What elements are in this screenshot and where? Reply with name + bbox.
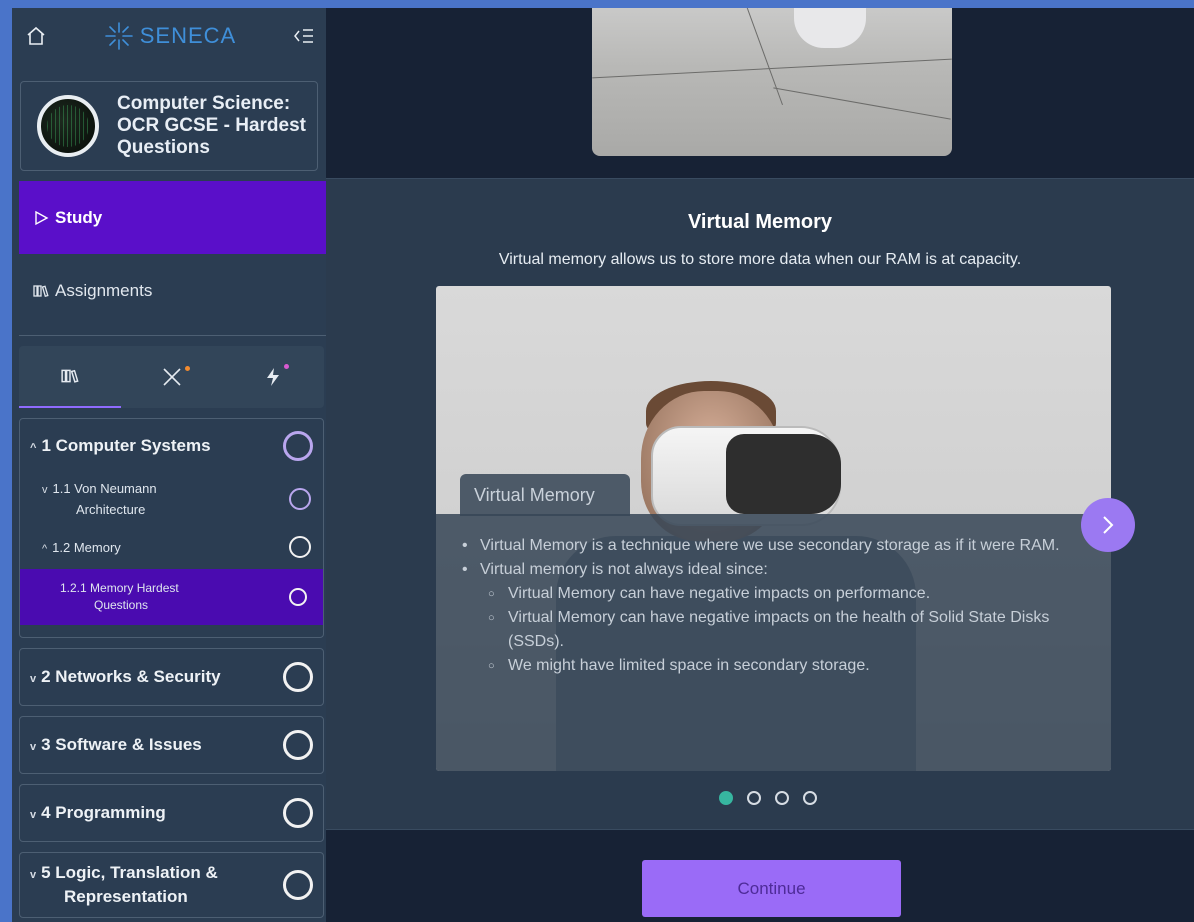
pager-dot-1[interactable] [719,791,733,805]
books-icon [33,284,49,297]
sidebar-topbar: SENECA [12,8,326,64]
tab-mistakes[interactable] [121,346,223,408]
play-icon [35,210,49,225]
sidebar-tabbar [19,346,324,408]
next-slide-button[interactable] [1081,498,1135,552]
main-content: Virtual Memory Virtual memory allows us … [326,8,1194,922]
tab-books[interactable] [19,346,121,408]
subsection-1-2-1[interactable]: 1.2.1 Memory Hardest Questions [20,569,323,625]
progress-ring [283,431,313,461]
nav-study[interactable]: Study [19,181,326,254]
subsection-1-2-1-label-line1: 1.2.1 Memory Hardest [60,581,179,595]
section-4-header[interactable]: v 4 Programming [20,785,323,841]
vr-headset-front [726,434,841,514]
x-icon [162,368,181,386]
nav-assignments-label: Assignments [55,280,153,300]
section-5-label-line1: 5 Logic, Translation & [41,863,218,882]
progress-ring [283,662,313,692]
continue-button[interactable]: Continue [642,860,901,917]
quick-practice-badge [284,364,290,369]
collapse-sidebar-icon[interactable] [292,24,316,48]
section-5[interactable]: v 5 Logic, Translation & Representation [19,852,324,918]
previous-card-image [592,8,952,156]
section-4-label: 4 Programming [41,803,166,822]
chevron-down-icon: v [42,484,48,496]
slide-text-overlay: Virtual Memory is a technique where we u… [436,514,1111,771]
sidebar-divider [19,335,326,336]
course-title: Computer Science: OCR GCSE - Hardest Que… [117,93,306,158]
section-3-header[interactable]: v 3 Software & Issues [20,717,323,773]
card-title: Virtual Memory [687,211,833,233]
course-avatar [37,95,99,157]
pager-dot-3[interactable] [775,791,789,805]
section-2-header[interactable]: v 2 Networks & Security [20,649,323,705]
pager-dot-4[interactable] [803,791,817,805]
chevron-down-icon: v [30,809,37,821]
learning-card: Virtual Memory Virtual memory allows us … [326,178,1194,830]
home-icon[interactable] [24,24,48,48]
slide-image: Virtual Memory Virtual Memory is a techn… [436,286,1111,771]
progress-ring [283,730,313,760]
chevron-right-icon [1103,516,1114,534]
sidebar: SENECA Computer Science: OCR GCSE - Hard… [12,8,326,922]
chevron-down-icon: v [30,673,37,685]
slide-bullet-list: Virtual Memory is a technique where we u… [436,514,1111,678]
section-5-header[interactable]: v 5 Logic, Translation & Representation [20,853,323,917]
subsection-1-1[interactable]: v 1.1 Von Neumann Architecture [20,473,323,525]
sub-bullet: Virtual Memory can have negative impacts… [456,582,1087,606]
subsection-1-1-label-line2: Architecture [76,502,146,517]
books-icon [61,369,79,383]
pager-dot-2[interactable] [747,791,761,805]
chevron-up-icon: ^ [42,542,48,555]
course-card[interactable]: Computer Science: OCR GCSE - Hardest Que… [20,81,318,171]
subsection-1-2-1-label-line2: Questions [94,598,149,612]
section-2-label: 2 Networks & Security [41,667,221,686]
subsection-1-2[interactable]: ^ 1.2 Memory [20,525,323,569]
section-3[interactable]: v 3 Software & Issues [19,716,324,774]
progress-ring [283,870,313,900]
subsection-1-1-label-line1: 1.1 Von Neumann [52,481,157,496]
progress-ring [289,536,311,558]
chevron-down-icon: v [30,869,37,881]
chevron-up-icon: ^ [30,442,37,454]
bullet: Virtual Memory is a technique where we u… [456,534,1087,558]
nav-study-label: Study [55,207,103,227]
progress-ring [289,588,307,606]
section-2[interactable]: v 2 Networks & Security [19,648,324,706]
lightning-icon [267,368,280,386]
bullet: Virtual memory is not always ideal since… [456,558,1087,582]
brand-name: SENECA [139,23,237,48]
seneca-logo-icon [104,22,133,50]
progress-ring [289,488,311,510]
seneca-logo[interactable]: SENECA [104,21,236,51]
sub-bullet: We might have limited space in secondary… [456,654,1087,678]
nav-assignments[interactable]: Assignments [19,254,326,327]
section-4[interactable]: v 4 Programming [19,784,324,842]
slide-tab-label: Virtual Memory [460,474,630,516]
chevron-down-icon: v [30,741,37,753]
mistakes-badge [184,366,190,371]
card-subtitle: Virtual memory allows us to store more d… [498,251,1022,268]
sub-bullet: Virtual Memory can have negative impacts… [456,606,1087,654]
section-1: ^ 1 Computer Systems v 1.1 Von Neumann Arch… [19,418,324,638]
progress-ring [283,798,313,828]
section-5-label-line2: Representation [64,887,188,906]
section-3-label: 3 Software & Issues [41,735,202,754]
section-1-label: 1 Computer Systems [41,436,211,455]
slide-pager [326,791,1194,805]
subsection-1-2-label: 1.2 Memory [52,539,121,555]
section-1-header[interactable]: ^ 1 Computer Systems [20,419,323,473]
tab-quick-practice[interactable] [222,346,324,408]
